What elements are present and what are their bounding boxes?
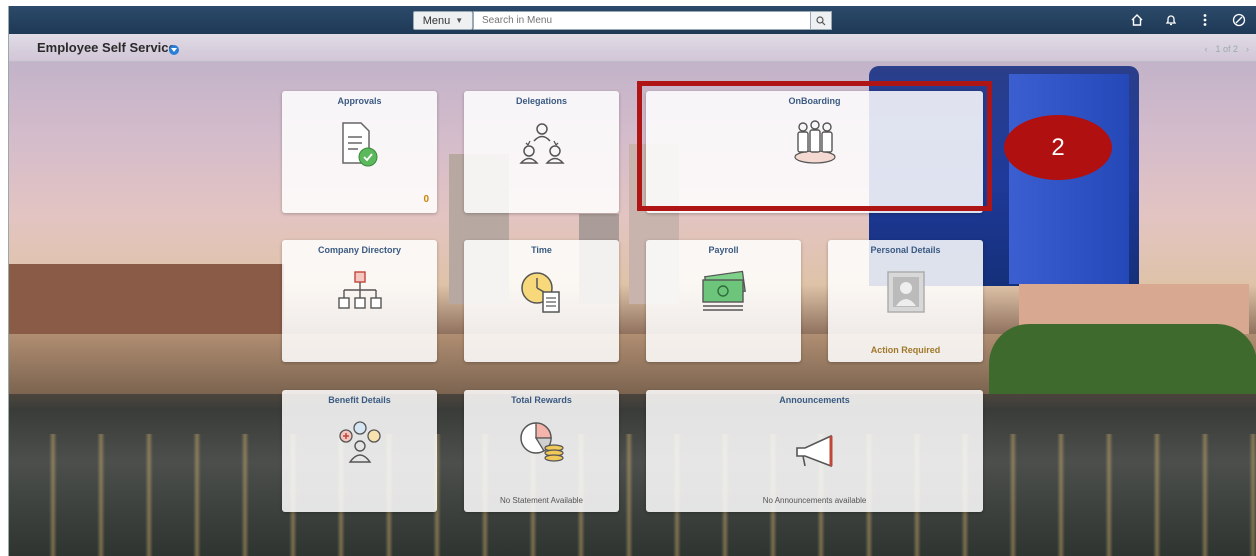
annotation-highlight-box	[637, 81, 992, 211]
org-chart-icon	[337, 271, 382, 309]
tile-title: Time	[531, 245, 552, 255]
tile-title: Benefit Details	[328, 395, 391, 405]
tile-benefit-details[interactable]: Benefit Details	[282, 390, 437, 512]
tile-title: Payroll	[708, 245, 739, 255]
tile-approvals[interactable]: Approvals 0	[282, 91, 437, 213]
page-header: Employee Self Service ‹ 1 of 2 ›	[9, 34, 1256, 62]
search-input[interactable]	[473, 11, 813, 30]
megaphone-icon	[795, 434, 832, 468]
background-image	[9, 34, 1256, 556]
caret-down-icon: ▼	[455, 16, 464, 25]
tile-title: Announcements	[779, 395, 850, 405]
menu-label: Menu	[422, 14, 451, 27]
tile-personal-details[interactable]: Personal Details Action Required	[828, 240, 983, 362]
tile-company-directory[interactable]: Company Directory	[282, 240, 437, 362]
money-icon	[701, 270, 746, 311]
person-card-icon	[886, 271, 925, 313]
approvals-count: 0	[423, 194, 429, 205]
document-check-icon	[341, 122, 377, 167]
nav-circle-icon[interactable]	[1231, 12, 1247, 28]
tile-title: Delegations	[515, 96, 567, 106]
page-pager: ‹ 1 of 2 ›	[1204, 44, 1249, 54]
bell-icon[interactable]	[1163, 12, 1179, 28]
chevron-left-icon[interactable]: ‹	[1204, 44, 1207, 54]
tile-announcements[interactable]: Announcements No Announcements available	[646, 390, 983, 512]
tile-title: Personal Details	[870, 245, 941, 255]
search-icon	[816, 15, 826, 25]
tile-time[interactable]: Time	[464, 240, 619, 362]
app-window: Menu ▼ Employee Self Service	[8, 6, 1256, 556]
tile-title: Total Rewards	[511, 395, 572, 405]
home-icon[interactable]	[1129, 12, 1145, 28]
chevron-right-icon[interactable]: ›	[1246, 44, 1249, 54]
pager-label: 1 of 2	[1215, 44, 1238, 54]
tile-delegations[interactable]: Delegations	[464, 91, 619, 213]
search-button[interactable]	[810, 11, 832, 30]
tile-title: Company Directory	[317, 245, 402, 255]
tile-total-rewards[interactable]: Total Rewards No Statement Available	[464, 390, 619, 512]
tile-note: No Statement Available	[499, 496, 583, 505]
tile-payroll[interactable]: Payroll	[646, 240, 801, 362]
menu-button[interactable]: Menu ▼	[413, 11, 473, 30]
delegation-icon	[518, 123, 565, 164]
pie-coins-icon	[519, 422, 564, 462]
status-badge: Action Required	[870, 345, 941, 355]
tile-note: No Announcements available	[762, 496, 867, 505]
step-number-badge: 2	[1004, 115, 1112, 180]
page-title: Employee Self Service	[37, 40, 176, 55]
homepage-dropdown-icon[interactable]	[169, 45, 179, 55]
tile-title: Approvals	[337, 96, 382, 106]
kebab-icon[interactable]	[1197, 12, 1213, 28]
clock-timesheet-icon	[520, 272, 560, 313]
benefits-icon	[338, 421, 381, 463]
top-navigation-bar: Menu ▼	[9, 6, 1256, 34]
